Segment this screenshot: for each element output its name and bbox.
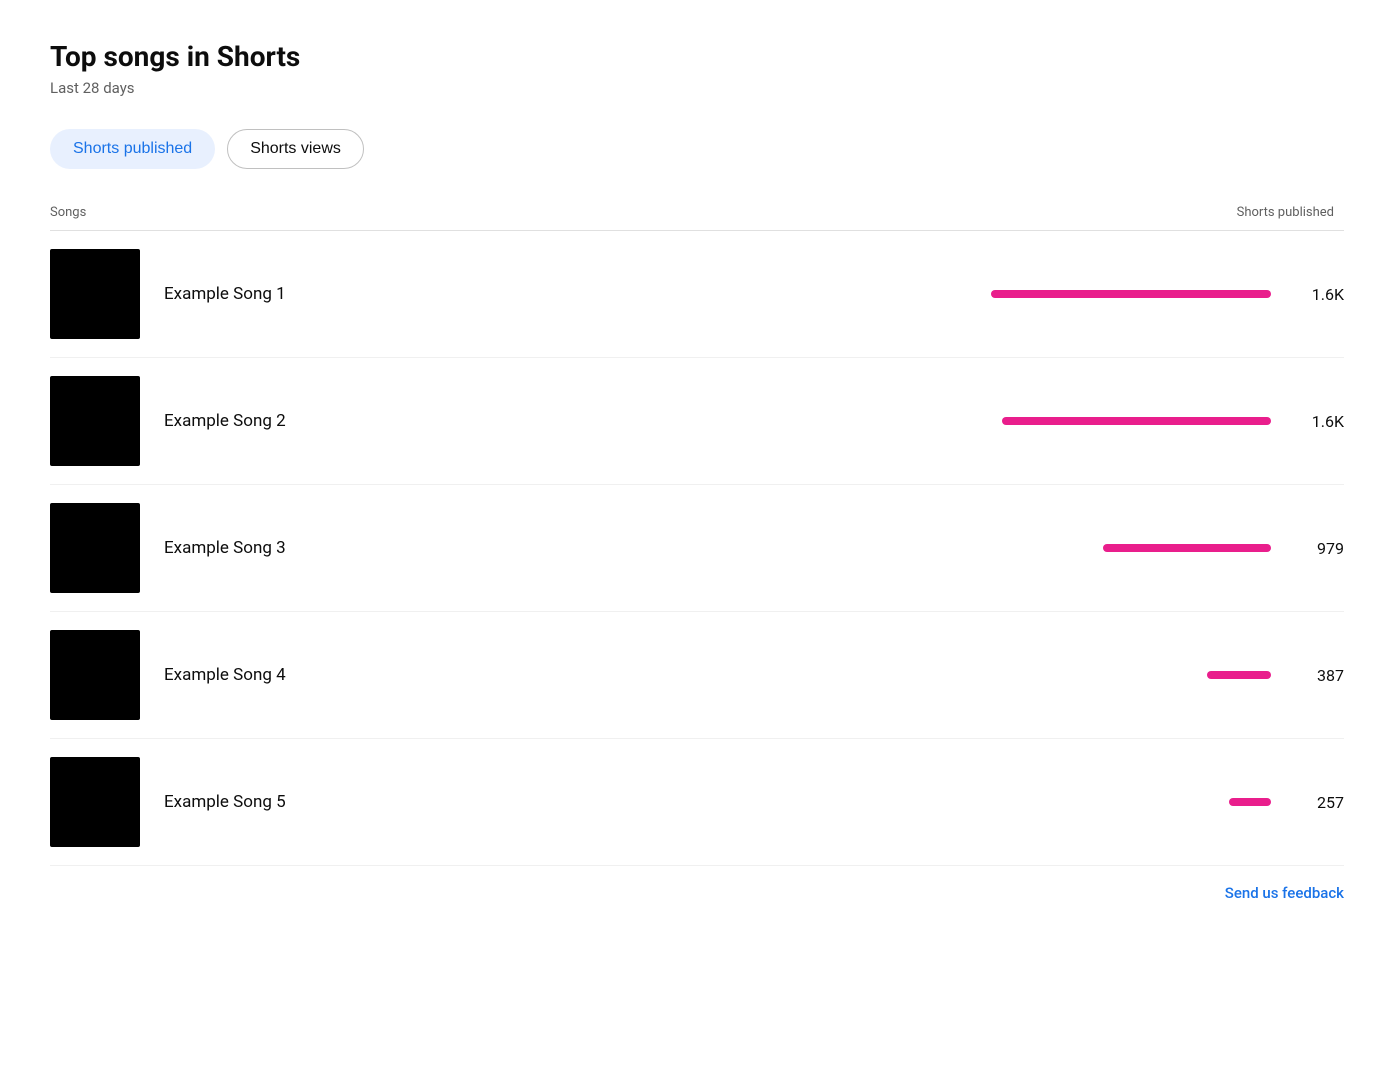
song-row: Example Song 4 387 [50, 612, 1344, 739]
bar-container: 1.6K [754, 412, 1344, 431]
bar [991, 290, 1271, 298]
filter-shorts-views[interactable]: Shorts views [227, 129, 364, 169]
col-songs-label: Songs [50, 205, 86, 220]
song-name: Example Song 1 [164, 284, 754, 304]
song-name: Example Song 3 [164, 538, 754, 558]
bar [1002, 417, 1271, 425]
bar-wrap [951, 290, 1271, 298]
bar-container: 257 [754, 793, 1344, 812]
filter-row: Shorts published Shorts views [50, 129, 1344, 169]
song-row: Example Song 5 257 [50, 739, 1344, 866]
bar-value: 387 [1289, 666, 1344, 685]
feedback-link[interactable]: Send us feedback [1225, 884, 1344, 902]
table-header: Songs Shorts published [50, 205, 1344, 231]
song-thumbnail [50, 249, 140, 339]
bar-wrap [951, 417, 1271, 425]
bar-value: 1.6K [1289, 412, 1344, 431]
bar [1229, 798, 1271, 806]
song-thumbnail [50, 630, 140, 720]
song-row: Example Song 3 979 [50, 485, 1344, 612]
songs-list: Example Song 11.6KExample Song 21.6KExam… [50, 231, 1344, 866]
song-thumbnail [50, 503, 140, 593]
song-thumbnail [50, 757, 140, 847]
bar-value: 257 [1289, 793, 1344, 812]
page-title: Top songs in Shorts [50, 40, 1344, 73]
song-name: Example Song 4 [164, 665, 754, 685]
bar [1207, 671, 1271, 679]
filter-shorts-published[interactable]: Shorts published [50, 129, 215, 169]
col-metric-label: Shorts published [1237, 205, 1334, 220]
feedback-row: Send us feedback [50, 884, 1344, 902]
bar-value: 979 [1289, 539, 1344, 558]
bar-wrap [951, 544, 1271, 552]
page-subtitle: Last 28 days [50, 79, 1344, 97]
song-name: Example Song 2 [164, 411, 754, 431]
bar-value: 1.6K [1289, 285, 1344, 304]
song-row: Example Song 1 1.6K [50, 231, 1344, 358]
bar-container: 979 [754, 539, 1344, 558]
bar-wrap [951, 798, 1271, 806]
bar [1103, 544, 1271, 552]
bar-container: 387 [754, 666, 1344, 685]
song-name: Example Song 5 [164, 792, 754, 812]
song-thumbnail [50, 376, 140, 466]
song-row: Example Song 2 1.6K [50, 358, 1344, 485]
bar-wrap [951, 671, 1271, 679]
bar-container: 1.6K [754, 285, 1344, 304]
